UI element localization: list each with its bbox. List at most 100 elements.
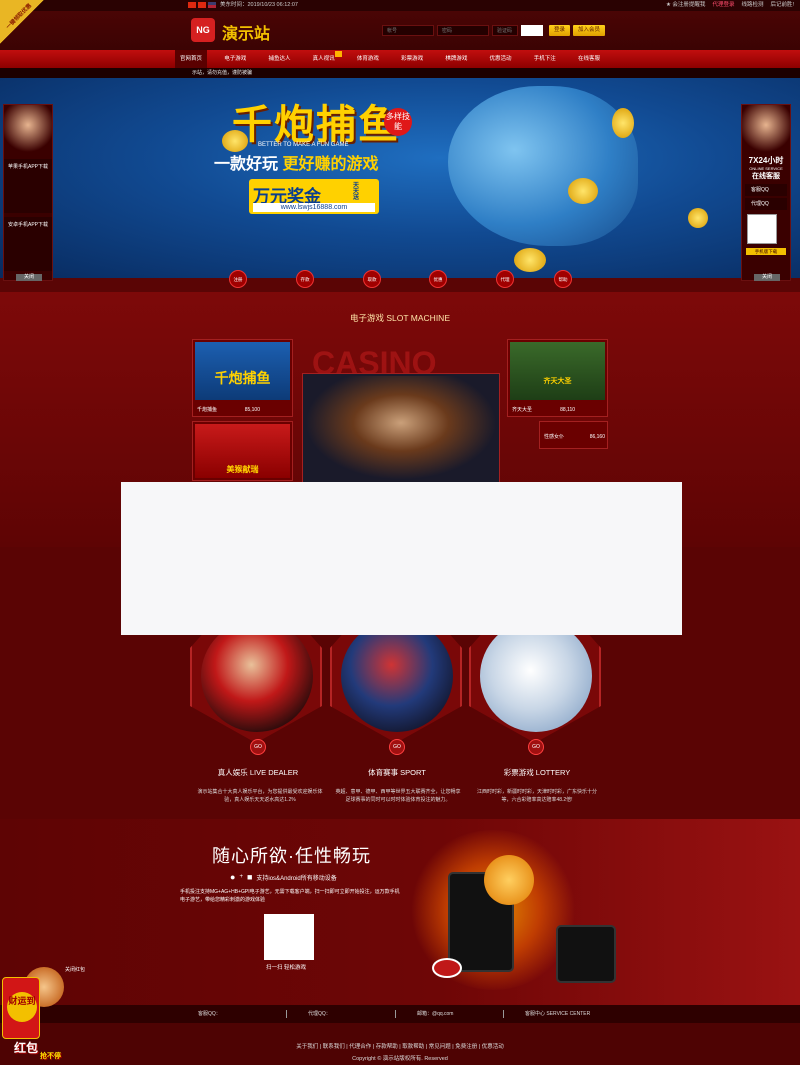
slogan-b: 更好赚的游戏 bbox=[282, 156, 379, 173]
hero-banner[interactable]: 千炮捕鱼 多样技能 BETTER TO MAKE A FUN GAME 一款好玩… bbox=[0, 78, 800, 278]
banner-slogan: 一款好玩 更好赚的游戏 bbox=[214, 150, 378, 174]
prize-box: 万元奖金 天天送 www.lswjs16888.com bbox=[249, 179, 379, 214]
game-name: 性感女仆 bbox=[544, 434, 565, 440]
phone-illustration bbox=[556, 925, 616, 983]
nav-mobile[interactable]: 手机下注 bbox=[529, 50, 561, 68]
live-go-button[interactable]: GO bbox=[250, 739, 266, 755]
nav-lottery[interactable]: 彩票游戏 bbox=[396, 50, 428, 68]
quick-deposit[interactable]: 存款 bbox=[296, 270, 314, 288]
language-flags[interactable] bbox=[188, 2, 216, 8]
sport-go-button[interactable]: GO bbox=[389, 739, 405, 755]
nav-sports[interactable]: 体育游戏 bbox=[352, 50, 384, 68]
banner-url: www.lswjs16888.com bbox=[253, 203, 375, 212]
line-check-link[interactable]: 线路检测 bbox=[741, 0, 763, 11]
mobile-section bbox=[0, 819, 800, 1005]
quick-register[interactable]: 注册 bbox=[229, 270, 247, 288]
featured-game-art bbox=[305, 376, 497, 480]
sport-image[interactable] bbox=[341, 620, 453, 732]
quick-withdraw[interactable]: 取款 bbox=[363, 270, 381, 288]
support-qq[interactable]: 客服QQ： bbox=[198, 1005, 221, 1023]
game-name: 千炮捕鱼 bbox=[197, 407, 218, 413]
captcha-image[interactable] bbox=[521, 25, 543, 36]
username-input[interactable] bbox=[382, 25, 434, 36]
nav-slots[interactable]: 电子游戏 bbox=[219, 50, 251, 68]
misc-link[interactable]: 后记前胜! bbox=[770, 0, 794, 11]
mobile-qr-code bbox=[264, 914, 314, 960]
red-packet-widget[interactable]: 关闭红包 财运到 红包 抢不停 bbox=[0, 965, 88, 1065]
game-card-monkey-king[interactable]: 齐天大圣 齐天大圣 88,110 bbox=[507, 339, 608, 417]
support-qq-button[interactable]: 客服QQ bbox=[745, 184, 787, 196]
quick-promo[interactable]: 优惠 bbox=[429, 270, 447, 288]
promo-corner-badge[interactable]: 一键领取优惠 bbox=[0, 0, 44, 44]
game-card-maid[interactable]: 性感女仆 86,160 bbox=[539, 421, 608, 449]
footer-links[interactable]: 关于我们 | 联系我们 | 代理合作 | 存款帮助 | 取款帮助 | 常见问题 … bbox=[0, 1042, 800, 1050]
ios-download-button[interactable]: 苹果手机APP下载 bbox=[4, 159, 52, 213]
us-flag-icon[interactable] bbox=[208, 2, 216, 8]
featured-game-card[interactable] bbox=[302, 373, 500, 483]
banner-tag: 多样技能 bbox=[384, 108, 412, 136]
nav-promotions[interactable]: 优惠活动 bbox=[485, 50, 517, 68]
cn-flag-icon[interactable] bbox=[188, 2, 196, 8]
live-desc: 演示站集合十大真人娱乐平台，为您提供最受欢迎娱乐体验，真人娱乐天天返水高达1.2… bbox=[197, 789, 323, 803]
game-jackpot: 88,110 bbox=[560, 407, 575, 413]
game-thumb: 千炮捕鱼 bbox=[195, 342, 290, 400]
divider bbox=[503, 1010, 504, 1018]
nav-home[interactable]: 官网首页 bbox=[175, 50, 208, 68]
copyright: Copyright © 演示站版权所有. Reserved bbox=[352, 1056, 448, 1062]
right-float-panel: 7X24小时 ONLINE SERVICE 在线客服 客服QQ 代理QQ 手机版… bbox=[741, 104, 791, 281]
nav-cards[interactable]: 棋牌游戏 bbox=[440, 50, 472, 68]
email[interactable]: 邮箱：@qq.com bbox=[417, 1005, 453, 1023]
hk-flag-icon[interactable] bbox=[198, 2, 206, 8]
agent-qq[interactable]: 代理QQ： bbox=[308, 1005, 331, 1023]
mobile-download-button[interactable]: 手机版下载 bbox=[746, 248, 786, 255]
slot-section-title: 电子游戏 SLOT MACHINE bbox=[350, 313, 450, 323]
prize-tail: 天天送 bbox=[353, 183, 360, 201]
chip-icon bbox=[432, 958, 462, 978]
close-red-packet[interactable]: 关闭红包 bbox=[65, 966, 85, 973]
game-card-fishing[interactable]: 千炮捕鱼 千炮捕鱼 85,100 bbox=[192, 339, 293, 417]
slogan-a: 一款好玩 bbox=[214, 156, 279, 173]
plus-icon: + bbox=[239, 874, 243, 880]
quick-agent[interactable]: 代理 bbox=[496, 270, 514, 288]
lottery-desc: 江西时时彩，新疆时时彩，天津时时彩，广东快乐十分等，六合彩赔率高达赔率48.2倍… bbox=[476, 789, 597, 803]
game-thumb: 美猴献瑞 bbox=[195, 424, 290, 478]
redpack-line1: 红包 bbox=[14, 1041, 39, 1055]
apple-icon: ● bbox=[230, 872, 236, 882]
game-jackpot: 86,160 bbox=[589, 434, 605, 440]
nav-support[interactable]: 在线客服 bbox=[573, 50, 605, 68]
footer: 关于我们 | 联系我们 | 代理合作 | 存款帮助 | 取款帮助 | 常见问题 … bbox=[0, 1023, 800, 1065]
left-float-panel: 苹果手机APP下载 安卓手机APP下载 关闭 bbox=[3, 104, 53, 281]
logo-text[interactable]: 演示站 bbox=[222, 20, 270, 44]
register-button[interactable]: 加入会员 bbox=[573, 25, 606, 36]
coin-icon bbox=[568, 178, 598, 204]
coin-icon bbox=[612, 108, 634, 138]
login-form: 登录 加入会员 bbox=[382, 25, 606, 36]
red-envelope-icon: 财运到 bbox=[2, 977, 40, 1039]
lottery-title: 彩票游戏 LOTTERY bbox=[503, 768, 571, 777]
envelope-badge: 财运到 bbox=[7, 992, 37, 1022]
password-input[interactable] bbox=[437, 25, 489, 36]
sport-title: 体育赛事 SPORT bbox=[368, 768, 426, 777]
mascot-illustration bbox=[484, 855, 534, 905]
agent-login-link[interactable]: 代理登录 bbox=[712, 0, 734, 11]
lottery-go-button[interactable]: GO bbox=[528, 739, 544, 755]
lottery-image[interactable] bbox=[480, 620, 592, 732]
live-dealer-image[interactable] bbox=[201, 620, 313, 732]
nav-fishing[interactable]: 捕鱼达人 bbox=[263, 50, 295, 68]
register-reminder-link[interactable]: ★ 会注册提醒我 bbox=[666, 0, 705, 11]
captcha-input[interactable] bbox=[492, 25, 518, 36]
coin-icon bbox=[514, 248, 546, 272]
nav-live-label: 真人视讯 bbox=[312, 56, 335, 62]
quick-help[interactable]: 帮助 bbox=[554, 270, 572, 288]
login-button[interactable]: 登录 bbox=[549, 25, 571, 36]
qr-label: 扫一扫 轻松游戏 bbox=[266, 965, 307, 971]
agent-qq-button[interactable]: 代理QQ bbox=[745, 198, 787, 210]
logo-icon[interactable]: NG bbox=[191, 18, 215, 42]
android-download-button[interactable]: 安卓手机APP下载 bbox=[4, 217, 52, 271]
service-center[interactable]: 客服中心 SERVICE CENTER bbox=[525, 1005, 590, 1023]
blank-overlay-panel bbox=[121, 482, 682, 635]
game-card-monkey[interactable]: 美猴献瑞 bbox=[192, 421, 293, 481]
android-icon: ■ bbox=[246, 872, 253, 882]
nav-live[interactable]: 真人视讯 bbox=[308, 50, 342, 68]
redpack-line2: 抢不停 bbox=[40, 1053, 61, 1060]
